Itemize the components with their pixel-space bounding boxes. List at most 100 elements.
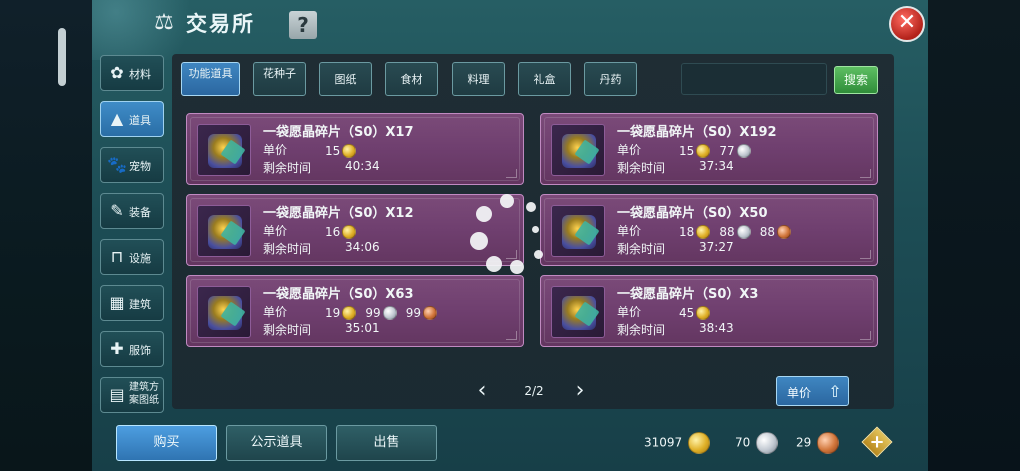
items-icon: ▲ (110, 109, 124, 128)
gold-coin-icon (342, 305, 357, 320)
price-silver: 99 (365, 305, 381, 320)
price-label: 单价 (263, 224, 288, 238)
time-label: 剩余时间 (617, 323, 666, 337)
silver-coin-icon (382, 305, 397, 320)
corner-mark (860, 331, 871, 340)
wish-crystal-bag-icon (197, 205, 251, 257)
listing-card[interactable]: 一袋愿晶碎片（S0）X192 单价 15 77 剩余时间 37:34 (540, 113, 878, 185)
prev-page-button[interactable]: ‹ (475, 380, 489, 402)
wish-crystal-bag-icon (551, 124, 605, 176)
silver-coin-icon (736, 224, 751, 239)
blueprint-icon: ▤ (109, 385, 125, 404)
plus-icon: + (869, 431, 885, 453)
price-label: 单价 (617, 305, 642, 319)
gold-amount: 31097 (644, 435, 683, 450)
price-row: 45 (679, 302, 714, 320)
time-label: 剩余时间 (263, 161, 312, 175)
time-remaining: 35:01 (345, 321, 380, 335)
tab-ingredients[interactable]: 食材 (385, 62, 438, 96)
sidebar-item-materials[interactable]: ✿ 材料 (100, 55, 164, 91)
page-indicator: 2/2 (524, 384, 544, 398)
tab-elixir[interactable]: 丹药 (584, 62, 637, 96)
sidebar-item-facility[interactable]: ⊓ 设施 (100, 239, 164, 275)
sidebar-item-label: 建筑 (129, 298, 151, 311)
sort-by-price-button[interactable]: 单价 ⇧ (776, 376, 849, 406)
bronze-coin-icon (777, 224, 792, 239)
price-label: 单价 (617, 224, 642, 238)
price-bronze: 88 (759, 224, 776, 239)
price-row: 15 (325, 140, 360, 158)
price-gold: 18 (679, 224, 695, 239)
wish-crystal-bag-icon (197, 286, 251, 338)
public-items-tab-button[interactable]: 公示道具 (226, 425, 327, 461)
bronze-amount: 29 (796, 435, 812, 450)
sidebar-item-label: 装备 (129, 206, 151, 219)
paw-icon: 🐾 (107, 155, 127, 174)
time-label: 剩余时间 (263, 242, 312, 256)
corner-mark (506, 169, 517, 178)
materials-icon: ✿ (110, 63, 124, 82)
corner-mark (860, 169, 871, 178)
price-silver: 88 (719, 224, 735, 239)
price-label: 单价 (263, 305, 288, 319)
listing-card[interactable]: 一袋愿晶碎片（S0）X17 单价 15 剩余时间 40:34 (186, 113, 524, 185)
price-row: 19 99 99 (325, 302, 441, 320)
time-label: 剩余时间 (617, 242, 666, 256)
item-name: 一袋愿晶碎片（S0）X12 (263, 206, 414, 221)
sell-tab-button[interactable]: 出售 (336, 425, 437, 461)
price-silver: 77 (719, 143, 735, 158)
wallet-silver: 70 (735, 432, 779, 454)
wallet-bronze: 29 (796, 432, 840, 454)
help-button[interactable]: ? (289, 11, 317, 39)
sidebar-item-pets[interactable]: 🐾 宠物 (100, 147, 164, 183)
sidebar-item-label: 设施 (129, 252, 151, 265)
silver-coin-icon (736, 143, 751, 158)
next-page-button[interactable]: › (573, 380, 587, 402)
time-remaining: 38:43 (699, 321, 734, 335)
close-icon: ✕ (897, 10, 917, 35)
item-name: 一袋愿晶碎片（S0）X192 (617, 125, 777, 140)
listing-card[interactable]: 一袋愿晶碎片（S0）X12 单价 16 剩余时间 34:06 (186, 194, 524, 266)
sidebar-item-equipment[interactable]: ✎ 装备 (100, 193, 164, 229)
listing-card[interactable]: 一袋愿晶碎片（S0）X3 单价 45 剩余时间 38:43 (540, 275, 878, 347)
background-left (0, 0, 92, 471)
price-gold: 19 (325, 305, 341, 320)
price-row: 18 88 88 (679, 221, 795, 239)
sidebar-item-clothing[interactable]: ✚ 服饰 (100, 331, 164, 367)
sidebar-item-blueprints[interactable]: ▤ 建筑方案图纸 (100, 377, 164, 413)
gold-coin-icon (696, 305, 711, 320)
bronze-coin-icon (817, 432, 840, 454)
gold-coin-icon (696, 143, 711, 158)
buy-tab-button[interactable]: 购买 (116, 425, 217, 461)
sidebar-item-label: 材料 (129, 68, 151, 81)
side-drawer-handle[interactable] (58, 28, 66, 86)
corner-mark (860, 250, 871, 259)
clothing-icon: ✚ (110, 339, 124, 358)
search-input[interactable] (681, 63, 827, 95)
equipment-icon: ✎ (110, 201, 124, 220)
silver-coin-icon (756, 432, 779, 454)
facility-icon: ⊓ (110, 247, 124, 266)
tab-gift-box[interactable]: 礼盒 (518, 62, 571, 96)
sidebar-item-label: 服饰 (129, 344, 151, 357)
item-name: 一袋愿晶碎片（S0）X50 (617, 206, 768, 221)
tab-cuisine[interactable]: 料理 (452, 62, 505, 96)
listing-card[interactable]: 一袋愿晶碎片（S0）X50 单价 18 88 88 剩余时间 37:27 (540, 194, 878, 266)
sidebar-item-building[interactable]: ▦ 建筑 (100, 285, 164, 321)
sidebar-item-items[interactable]: ▲ 道具 (100, 101, 164, 137)
listing-card[interactable]: 一袋愿晶碎片（S0）X63 单价 19 99 99 剩余时间 35:01 (186, 275, 524, 347)
tab-flower-seeds[interactable]: 花种子 (253, 62, 306, 96)
close-button[interactable]: ✕ (889, 6, 925, 42)
sort-label: 单价 (787, 386, 812, 400)
price-gold: 15 (325, 143, 341, 158)
search-button[interactable]: 搜索 (834, 66, 878, 94)
corner-mark (506, 250, 517, 259)
price-bronze: 99 (405, 305, 422, 320)
price-row: 15 77 (679, 140, 755, 158)
tab-blueprints[interactable]: 图纸 (319, 62, 372, 96)
sidebar-item-label: 道具 (129, 114, 151, 127)
sort-up-arrow-icon: ⇧ (828, 382, 842, 401)
wish-crystal-bag-icon (551, 205, 605, 257)
price-gold: 45 (679, 305, 695, 320)
tab-functional-items[interactable]: 功能道具 (181, 62, 240, 96)
